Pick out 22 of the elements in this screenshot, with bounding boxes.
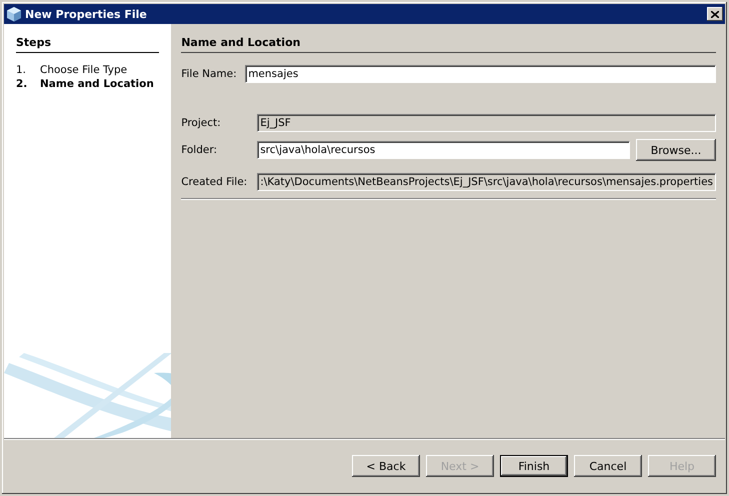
field-label: File Name: [181,68,238,80]
close-icon [711,10,719,18]
browse-button[interactable]: Browse... [636,139,716,161]
field-label: Folder: [181,144,218,156]
step-number: 2. [16,78,28,90]
input-field[interactable]: src\java\hola\recursos [257,141,630,159]
field-label: Project: [181,117,222,129]
dialog-button[interactable]: Finish [500,455,568,477]
input-field: :\Katy\Documents\NetBeansProjects\Ej_JSF\src\java\hola\recursos\mensajes.properties [257,173,716,191]
cube-icon [6,6,22,22]
dialog-button[interactable]: < Back [352,455,420,477]
steps-heading: Steps [16,36,160,53]
field-label: Created File: [181,176,248,188]
input-field[interactable]: mensajes [245,65,716,83]
step-label: Name and Location [40,78,154,90]
close-button[interactable] [707,7,723,21]
section-heading: Name and Location [181,36,716,53]
input-field: Ej_JSF [257,114,716,132]
step-label: Choose File Type [40,64,128,76]
window-title: New Properties File [25,8,148,20]
step-number: 1. [16,64,28,76]
dialog-button[interactable]: Cancel [574,455,642,477]
